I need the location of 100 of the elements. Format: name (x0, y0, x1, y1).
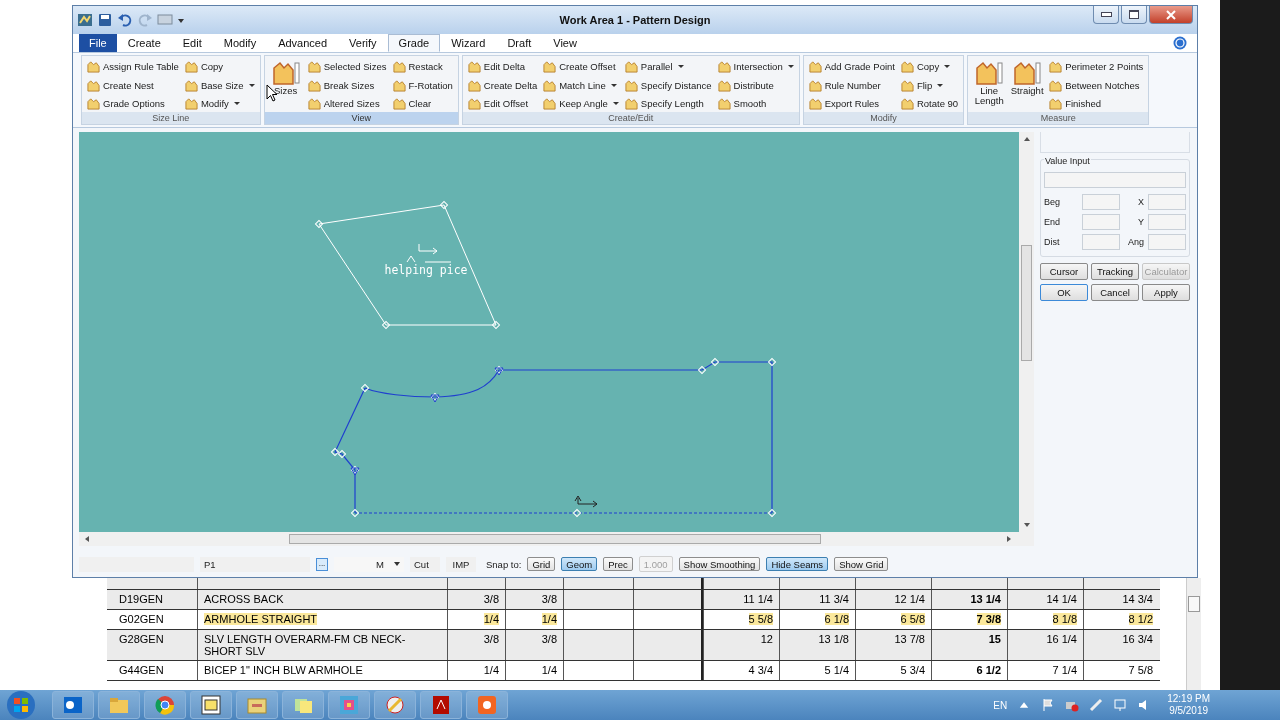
field-label: End (1044, 217, 1061, 227)
group-label: View (264, 112, 458, 124)
ribbon-button[interactable]: Intersection (715, 58, 796, 75)
table-cell: 14 1/4 (1007, 590, 1083, 609)
ribbon-tab[interactable]: Create (116, 34, 172, 52)
ribbon-tab[interactable]: Verify (338, 34, 388, 52)
group-label: Measure (968, 112, 1149, 124)
ribbon-button[interactable]: Assign Rule Table (85, 58, 181, 75)
piece-field: P1 (200, 556, 310, 572)
precision-field: 1.000 (638, 556, 673, 572)
table-cell: 13 1/8 (779, 630, 855, 660)
group-label: Create/Edit (462, 112, 799, 124)
ribbon-button[interactable]: Edit Delta (465, 58, 540, 75)
table-cell: 7 3/8 (931, 610, 1007, 629)
ribbon-button[interactable]: Selected Sizes (305, 58, 389, 75)
field-label: X (1137, 197, 1145, 207)
ribbon-button[interactable]: Edit Offset (465, 95, 540, 112)
table-cell: 13 1/4 (931, 590, 1007, 609)
ribbon-button[interactable]: Smooth (715, 95, 796, 112)
ribbon-button[interactable]: Rotate 90 (898, 95, 961, 112)
ribbon-button[interactable]: Specify Length (622, 95, 714, 112)
ribbon-tab[interactable]: Modify (212, 34, 268, 52)
table-cell-text: G28GEN (118, 632, 165, 647)
status-field: IMP (446, 556, 476, 572)
ribbon-button[interactable]: Clear (390, 95, 455, 112)
ribbon-button[interactable]: Between Notches (1047, 76, 1146, 94)
ribbon-tab[interactable]: Advanced (267, 34, 339, 52)
ribbon-button[interactable]: Copy (182, 58, 257, 75)
field-label: Y (1137, 217, 1145, 227)
ribbon-button[interactable]: Specify Distance (622, 76, 714, 94)
ribbon-button[interactable]: Restack (390, 58, 455, 75)
table-cell: 7 1/4 (1007, 661, 1083, 680)
group-title: Value Input (1044, 156, 1091, 166)
table-cell: 6 1/8 (779, 610, 855, 629)
ribbon-tab[interactable]: Draft (496, 34, 543, 52)
ribbon-button[interactable]: Create Offset (541, 58, 621, 75)
toggle-button[interactable]: Hide Seams (766, 557, 829, 571)
ribbon-button[interactable]: Create Nest (85, 76, 181, 94)
table-cell: 12 (703, 630, 779, 660)
ribbon-button[interactable]: Finished (1047, 95, 1146, 112)
table-cell: 6 1/2 (931, 661, 1007, 680)
ribbon-button[interactable]: F-Rotation (390, 76, 455, 94)
table-cell: ACROSS BACK (197, 590, 447, 609)
ribbon-tab[interactable]: Edit (171, 34, 213, 52)
ribbon-button[interactable]: Rule Number (806, 76, 897, 94)
ribbon-button[interactable]: Create Delta (465, 76, 540, 94)
field-label: Dist (1044, 237, 1061, 247)
table-cell: 3/8 (447, 630, 505, 660)
panel-button[interactable]: Cancel (1091, 284, 1139, 301)
table-cell: 15 (931, 630, 1007, 660)
table-cell: 1/4 (447, 610, 505, 629)
ribbon-button[interactable]: Straight (1009, 58, 1046, 98)
table-cell: SLV LENGTH OVERARM-FM CB NECK-SHORT SLV (197, 630, 447, 660)
table-cell: 13 7/8 (855, 630, 931, 660)
snap-button[interactable]: Prec (603, 557, 633, 571)
unit-dropdown[interactable]: M (334, 556, 404, 572)
panel-button[interactable]: Apply (1142, 284, 1190, 301)
ribbon-button[interactable]: Modify (182, 95, 257, 112)
toggle-button[interactable]: Show Smoothing (678, 557, 761, 571)
field-label: Ang (1127, 237, 1145, 247)
ribbon-button[interactable]: Sizes (267, 58, 304, 98)
ribbon-button[interactable]: Base Size (182, 76, 257, 94)
table-cell: 7 5/8 (1083, 661, 1159, 680)
group-label: Size Line (82, 112, 260, 124)
ribbon-button[interactable]: Copy (898, 58, 961, 75)
table-cell: 12 1/4 (855, 590, 931, 609)
ribbon-button[interactable]: Parallel (622, 58, 714, 75)
ribbon-button[interactable]: Grade Options (85, 95, 181, 112)
table-cell: 5 1/4 (779, 661, 855, 680)
ribbon-button[interactable]: Match Line (541, 76, 621, 94)
browse-button[interactable]: ... (316, 557, 328, 571)
toggle-button[interactable]: Show Grid (834, 557, 889, 571)
status-field: Cut (410, 556, 440, 572)
ribbon-tab[interactable]: Wizard (440, 34, 497, 52)
table-cell: 8 1/2 (1083, 610, 1159, 629)
ribbon-button[interactable]: Distribute (715, 76, 796, 94)
ribbon-button[interactable]: Altered Sizes (305, 95, 389, 112)
ribbon-button[interactable]: Keep Angle (541, 95, 621, 112)
table-cell: 3/8 (505, 590, 563, 609)
table-cell-text: G02GEN (118, 612, 165, 627)
ribbon-button[interactable]: Line Length (971, 58, 1008, 108)
panel-button[interactable]: Cursor (1040, 263, 1088, 280)
snap-label: Snap to: (486, 558, 522, 570)
panel-button[interactable]: OK (1040, 284, 1088, 301)
ribbon-button[interactable]: Export Rules (806, 95, 897, 112)
table-cell: 3/8 (447, 590, 505, 609)
snap-button[interactable]: Geom (561, 557, 598, 571)
snap-button[interactable]: Grid (527, 557, 556, 571)
ribbon-tab[interactable]: File (79, 34, 117, 52)
ribbon-tab[interactable]: View (542, 34, 588, 52)
table-cell: ARMHOLE STRAIGHT (197, 610, 447, 629)
ribbon-button[interactable]: Add Grade Point (806, 58, 897, 75)
ribbon-button[interactable]: Perimeter 2 Points (1047, 58, 1146, 75)
panel-button[interactable]: Tracking (1091, 263, 1139, 280)
field-label: Beg (1044, 197, 1061, 207)
ribbon-button[interactable]: Break Sizes (305, 76, 389, 94)
ribbon-tab[interactable]: Grade (387, 34, 441, 52)
table-cell: 11 3/4 (779, 590, 855, 609)
table-cell: 1/4 (505, 661, 563, 680)
ribbon-button[interactable]: Flip (898, 76, 961, 94)
